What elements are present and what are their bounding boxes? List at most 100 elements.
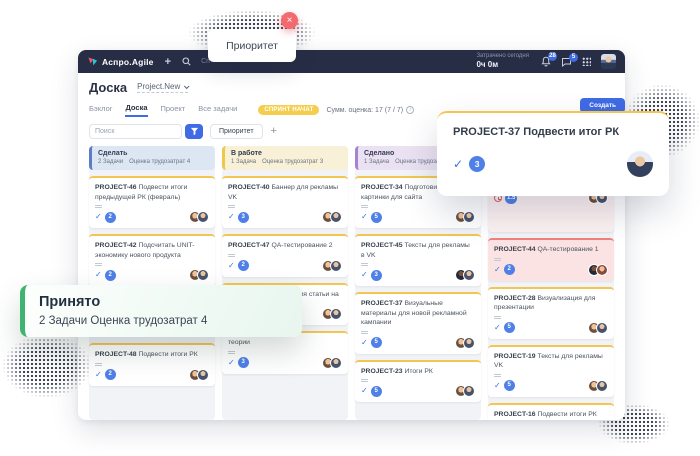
column-meta-item: Оценка трудозатрат 3 bbox=[262, 159, 323, 165]
description-icon bbox=[361, 205, 368, 206]
check-icon: ✓ bbox=[494, 324, 501, 332]
check-icon: ✓ bbox=[361, 339, 368, 347]
story-points-badge: 2 bbox=[105, 270, 116, 281]
task-card-project-23[interactable]: PROJECT-23 Итоги РК✓5 bbox=[355, 360, 481, 403]
accepted-callout-subtitle: 2 Задачи Оценка трудозатрат 4 bbox=[39, 315, 288, 327]
assignee-avatars bbox=[322, 308, 342, 320]
user-avatar[interactable] bbox=[601, 54, 616, 69]
check-icon: ✓ bbox=[95, 213, 102, 221]
column-todo: Сделать2 ЗадачиОценка трудозатрат 4PROJE… bbox=[89, 146, 215, 420]
priority-tooltip: Приоритет bbox=[208, 29, 296, 62]
filter-button[interactable] bbox=[185, 124, 203, 139]
assignee-avatar bbox=[627, 151, 653, 177]
avatar bbox=[197, 369, 209, 381]
column-title: В работе bbox=[231, 150, 342, 157]
description-icon bbox=[228, 205, 235, 206]
task-card-project-37[interactable]: PROJECT-37 Визуальные материалы для ново… bbox=[355, 292, 481, 354]
tab-все-задачи[interactable]: Все задачи bbox=[198, 104, 237, 116]
task-card-project-40[interactable]: PROJECT-40 Баннер для рекламы VK✓3 bbox=[222, 176, 348, 228]
project-selector-label: Project.New bbox=[137, 82, 180, 91]
task-code: PROJECT-44 bbox=[494, 246, 536, 253]
check-icon: ✓ bbox=[494, 266, 501, 274]
page-title: Доска bbox=[89, 80, 127, 95]
story-points-badge: 5 bbox=[371, 337, 382, 348]
funnel-icon bbox=[190, 127, 199, 136]
story-points-badge: 3 bbox=[238, 212, 249, 223]
apps-grid-icon[interactable] bbox=[582, 57, 591, 66]
task-title: теории bbox=[228, 338, 342, 348]
story-points-badge: 2 bbox=[238, 260, 249, 271]
add-icon[interactable]: + bbox=[165, 57, 171, 67]
task-card-project-44[interactable]: PROJECT-44 QA-тестирование 1✓2 bbox=[488, 238, 614, 281]
check-icon: ✓ bbox=[228, 213, 235, 221]
tab-бэклог[interactable]: Бэклог bbox=[89, 104, 112, 116]
task-card-project-47[interactable]: PROJECT-47 QA-тестирование 2✓2 bbox=[222, 234, 348, 277]
story-points-badge: 2 bbox=[105, 369, 116, 380]
avatar bbox=[330, 211, 342, 223]
info-icon[interactable]: i bbox=[406, 106, 414, 114]
priority-filter-chip[interactable]: Приоритет bbox=[210, 124, 263, 139]
task-card[interactable]: теории✓3 bbox=[222, 331, 348, 374]
story-points-badge: 3 bbox=[238, 357, 249, 368]
task-title: PROJECT-37 Визуальные материалы для ново… bbox=[361, 299, 475, 328]
task-code: PROJECT-28 bbox=[494, 295, 536, 302]
task-code: PROJECT-34 bbox=[361, 184, 403, 191]
summary-estimate: Сумм. оценка: 17 (7 / 7) i bbox=[326, 106, 414, 114]
check-icon: ✓ bbox=[453, 157, 463, 171]
stage: Аспро.Agile + Сп Затрачено сегодня 0ч 0м… bbox=[0, 0, 700, 456]
messages-button[interactable]: 5 bbox=[561, 57, 572, 67]
column-title: Сделать bbox=[98, 150, 209, 157]
search-input[interactable] bbox=[89, 124, 182, 139]
add-filter-button[interactable]: + bbox=[271, 126, 277, 137]
summary-estimate-text: Сумм. оценка: 17 (7 / 7) bbox=[326, 107, 403, 114]
assignee-avatars bbox=[588, 322, 608, 334]
assignee-avatars bbox=[588, 264, 608, 276]
close-icon[interactable]: × bbox=[281, 12, 298, 29]
task-card-project-16[interactable]: PROJECT-16 Подвести итоги РК bbox=[488, 403, 614, 420]
avatar bbox=[596, 322, 608, 334]
description-icon bbox=[494, 258, 501, 259]
accepted-callout-title: Принято bbox=[39, 294, 288, 310]
tab-проект[interactable]: Проект bbox=[161, 104, 186, 116]
assignee-avatars bbox=[189, 269, 209, 281]
task-card-project-42[interactable]: PROJECT-42 Подсчитать UNIT-экономику нов… bbox=[89, 234, 215, 286]
avatar bbox=[197, 269, 209, 281]
task-card-project-46[interactable]: PROJECT-46 Подвести итоги предыдущей РК … bbox=[89, 176, 215, 228]
avatar bbox=[197, 211, 209, 223]
app-logo-icon bbox=[87, 56, 98, 67]
avatar bbox=[596, 380, 608, 392]
task-code: PROJECT-23 bbox=[361, 368, 403, 375]
assignee-avatars bbox=[455, 385, 475, 397]
task-code: PROJECT-37 bbox=[361, 300, 403, 307]
description-icon bbox=[361, 331, 368, 332]
description-icon bbox=[228, 351, 235, 352]
task-code: PROJECT-45 bbox=[361, 242, 403, 249]
task-card-project-28[interactable]: PROJECT-28 Визуализация для презентации✓… bbox=[488, 287, 614, 339]
task-code: PROJECT-16 bbox=[494, 411, 536, 418]
task-card-project-19[interactable]: PROJECT-19 Тексты для рекламы VK✓5 bbox=[488, 345, 614, 397]
search-icon[interactable] bbox=[182, 57, 191, 66]
check-icon: ✓ bbox=[95, 371, 102, 379]
task-card-project-45[interactable]: PROJECT-45 Тексты для рекламы в VK✓3 bbox=[355, 234, 481, 286]
description-icon bbox=[494, 374, 501, 375]
column-meta-item: Оценка трудозатрат 4 bbox=[129, 159, 190, 165]
avatar bbox=[330, 357, 342, 369]
description-icon bbox=[95, 363, 102, 364]
description-icon bbox=[361, 263, 368, 264]
avatar bbox=[596, 264, 608, 276]
tab-доска[interactable]: Доска bbox=[125, 103, 147, 117]
task-callout-title: PROJECT-37 Подвести итог РК bbox=[453, 126, 653, 138]
description-icon bbox=[361, 379, 368, 380]
task-title: PROJECT-48 Подвести итоги РК bbox=[95, 350, 209, 360]
avatar bbox=[330, 260, 342, 272]
task-card-project-48[interactable]: PROJECT-48 Подвести итоги РК ✓2 bbox=[89, 343, 215, 386]
task-card-callout[interactable]: PROJECT-37 Подвести итог РК ✓ 3 bbox=[437, 111, 669, 196]
notifications-button[interactable]: 28 bbox=[541, 56, 551, 67]
check-icon: ✓ bbox=[228, 262, 235, 270]
assignee-avatars bbox=[322, 260, 342, 272]
task-code: PROJECT-48 bbox=[95, 351, 137, 358]
project-selector[interactable]: Project.New bbox=[137, 82, 188, 93]
messages-badge: 5 bbox=[569, 53, 578, 62]
check-icon: ✓ bbox=[361, 271, 368, 279]
check-icon: ✓ bbox=[361, 387, 368, 395]
